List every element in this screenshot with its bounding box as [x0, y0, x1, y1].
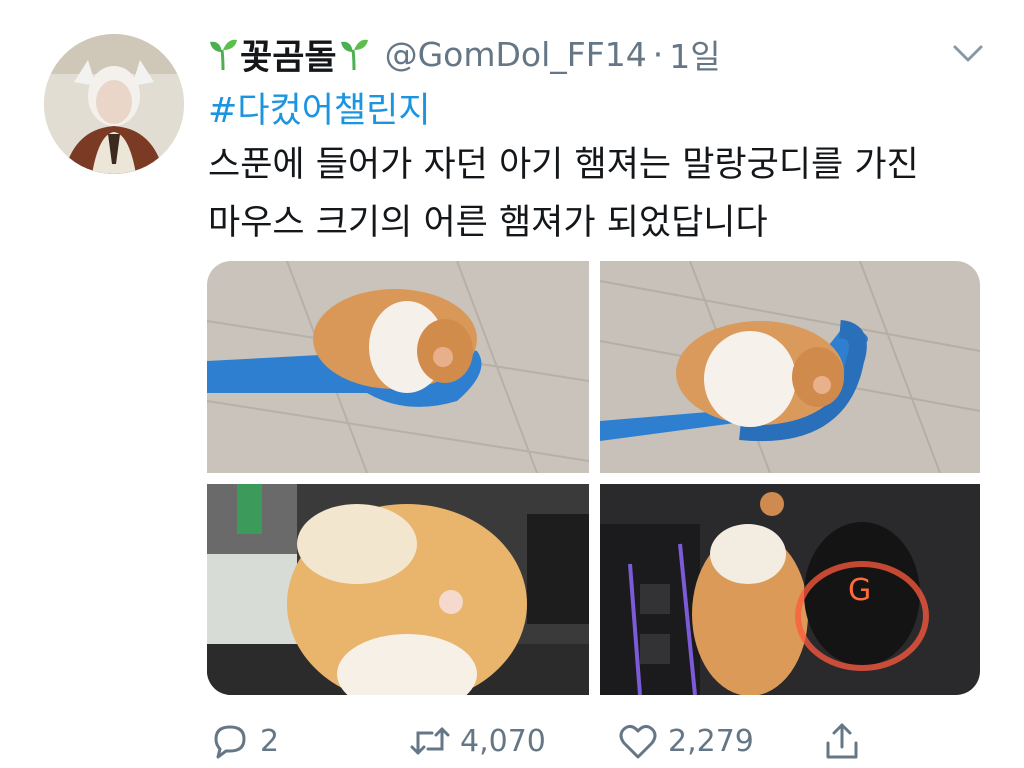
retweet-count: 4,070: [460, 723, 546, 759]
share-button[interactable]: [820, 716, 864, 766]
reply-button[interactable]: 2: [208, 716, 279, 766]
photo-hamster-mouse[interactable]: G: [600, 484, 980, 695]
tweet-text-line: 스푼에 들어가 자던 아기 햄져는 말랑궁디를 가진: [208, 145, 919, 185]
hashtag-link[interactable]: #다컸어챌린지: [208, 82, 431, 133]
heart-icon: [619, 724, 657, 759]
user-handle[interactable]: @GomDol_FF14: [385, 35, 647, 74]
photo-hamster-spoon-1[interactable]: [207, 261, 589, 473]
retweet-icon: [410, 727, 450, 755]
media-grid: G: [207, 261, 980, 695]
share-icon: [826, 723, 858, 759]
chevron-down-icon[interactable]: [950, 38, 986, 68]
tweet-text: 스푼에 들어가 자던 아기 햄져는 말랑궁디를 가진 마우스 크기의 어른 햄져…: [208, 136, 998, 252]
sprout-icon: [340, 39, 368, 71]
tweet-actions: 2 4,070 2,279: [208, 716, 888, 766]
avatar[interactable]: [44, 34, 184, 174]
reply-count: 2: [260, 723, 280, 759]
tweet-timestamp[interactable]: 1일: [669, 30, 720, 78]
tweet-text-line: 마우스 크기의 어른 햄져가 되었답니다: [208, 203, 768, 243]
display-name[interactable]: 꽃곰돌: [240, 29, 337, 80]
separator-dot: ·: [652, 34, 664, 74]
retweet-button[interactable]: 4,070: [408, 716, 546, 766]
photo-hamster-back[interactable]: [207, 484, 589, 695]
photo-hamster-spoon-2[interactable]: [600, 261, 980, 473]
sprout-icon: [210, 39, 237, 71]
like-button[interactable]: 2,279: [616, 716, 754, 766]
tweet-header: 꽃곰돌 @GomDol_FF14 · 1일: [208, 28, 984, 80]
like-count: 2,279: [668, 723, 754, 759]
svg-text:G: G: [848, 573, 871, 608]
avatar-image: [44, 34, 184, 174]
reply-icon: [214, 725, 246, 759]
